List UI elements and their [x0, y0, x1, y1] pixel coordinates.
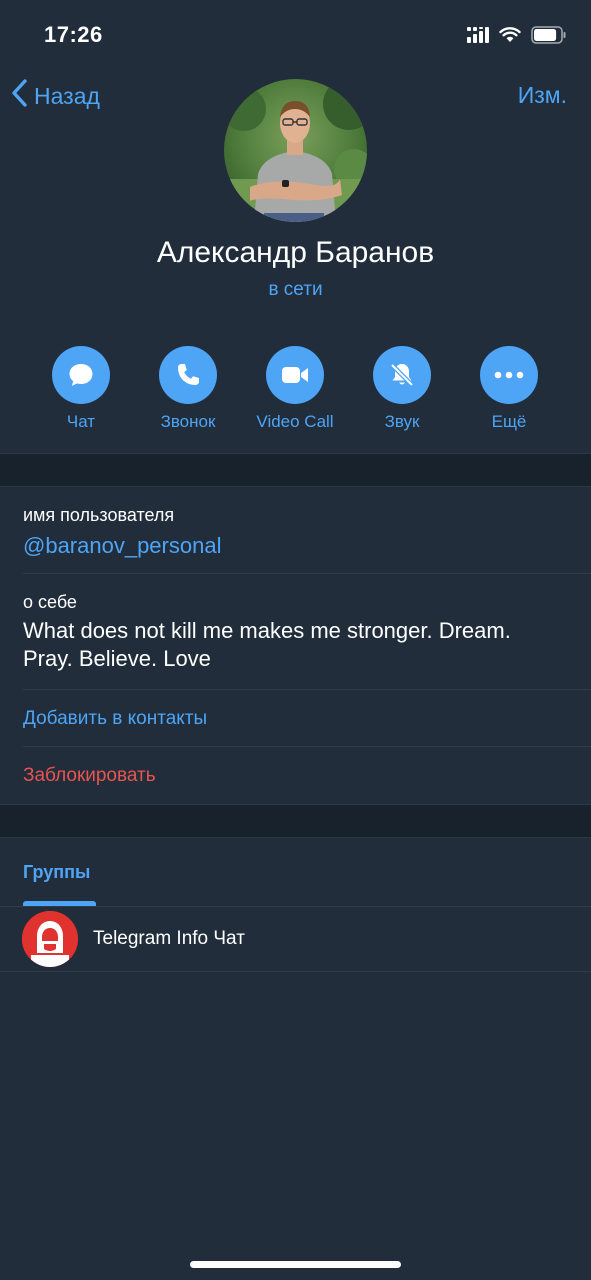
profile-actions: Чат Звонок Video Call Звук Ещё: [0, 346, 591, 436]
username-label: имя пользователя: [23, 505, 175, 525]
profile-name: Александр Баранов: [156, 236, 435, 269]
chat-bubble-icon: [52, 346, 110, 404]
section-divider: [0, 804, 591, 838]
chevron-left-icon: [10, 78, 28, 114]
status-icons: [467, 26, 567, 49]
bio-line-1: What does not kill me makes me stronger.…: [23, 618, 511, 643]
group-avatar: [22, 911, 78, 967]
wifi-icon: [499, 27, 521, 48]
profile-avatar[interactable]: [224, 79, 367, 222]
bio-field: о себе What does not kill me makes me st…: [23, 592, 591, 673]
chat-button[interactable]: Чат: [26, 346, 136, 432]
add-contact-button[interactable]: Добавить в контакты: [23, 708, 207, 730]
bell-muted-icon: [373, 346, 431, 404]
bio-label: о себе: [23, 592, 77, 612]
video-call-button[interactable]: Video Call: [240, 346, 350, 432]
call-button[interactable]: Звонок: [133, 346, 243, 432]
group-name: Telegram Info Чат: [93, 928, 245, 949]
row-separator: [0, 971, 591, 972]
block-user-button[interactable]: Заблокировать: [23, 765, 156, 787]
sound-button-label: Звук: [384, 412, 420, 431]
group-list-item[interactable]: Telegram Info Чат: [0, 907, 591, 971]
chat-button-label: Чат: [66, 412, 96, 431]
video-call-button-label: Video Call: [256, 412, 334, 431]
profile-online-status: в сети: [268, 279, 323, 300]
edit-button[interactable]: Изм.: [518, 82, 567, 109]
back-button-label: Назад: [34, 82, 100, 109]
call-button-label: Звонок: [160, 412, 216, 431]
status-time: 17:26: [44, 22, 103, 47]
more-button-label: Ещё: [491, 412, 527, 431]
bio-line-2: Pray. Believe. Love: [23, 646, 211, 671]
section-divider: [0, 453, 591, 487]
sound-button[interactable]: Звук: [347, 346, 457, 432]
tab-groups[interactable]: Группы: [23, 862, 90, 883]
row-separator: [23, 689, 591, 690]
video-camera-icon: [266, 346, 324, 404]
status-bar: 17:26: [0, 0, 591, 70]
more-dots-icon: [480, 346, 538, 404]
row-separator: [23, 573, 591, 574]
back-button[interactable]: Назад: [10, 78, 100, 114]
username-value[interactable]: @baranov_personal: [23, 532, 591, 560]
home-indicator[interactable]: [190, 1261, 401, 1268]
username-field[interactable]: имя пользователя @baranov_personal: [23, 505, 591, 560]
phone-icon: [159, 346, 217, 404]
battery-icon: [531, 26, 567, 49]
more-button[interactable]: Ещё: [454, 346, 564, 432]
cellular-signal-icon: [467, 27, 489, 48]
row-separator: [23, 746, 591, 747]
